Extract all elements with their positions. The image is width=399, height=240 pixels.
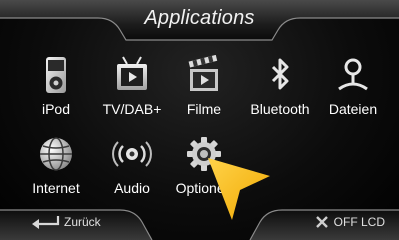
off-lcd-button[interactable]: OFF LCD (315, 213, 385, 231)
globe-icon (40, 137, 72, 171)
back-button[interactable]: Zurück (30, 213, 101, 231)
app-tv-dab[interactable]: TV/DAB+ (92, 55, 172, 135)
film-clapper-icon (188, 55, 218, 91)
app-filme[interactable]: Filme (164, 55, 244, 135)
bluetooth-icon (271, 58, 289, 90)
file-browser-icon (338, 58, 368, 91)
app-bluetooth[interactable]: Bluetooth (240, 55, 320, 135)
back-arrow-icon (32, 216, 60, 229)
ipod-icon (46, 57, 66, 93)
app-ipod[interactable]: iPod (16, 55, 96, 135)
page-title: Applications (144, 7, 255, 29)
close-icon (315, 216, 328, 228)
off-lcd-label: OFF LCD (333, 215, 385, 229)
pointer-arrow-icon (208, 158, 270, 220)
tv-icon (117, 56, 147, 90)
speaker-icon (112, 141, 152, 167)
app-screen: Applications iPod TV/DAB+ Filme Bluetoot… (0, 0, 399, 240)
back-label: Zurück (64, 215, 101, 229)
app-dateien[interactable]: Dateien (313, 55, 393, 135)
app-label: Dateien (328, 101, 378, 117)
